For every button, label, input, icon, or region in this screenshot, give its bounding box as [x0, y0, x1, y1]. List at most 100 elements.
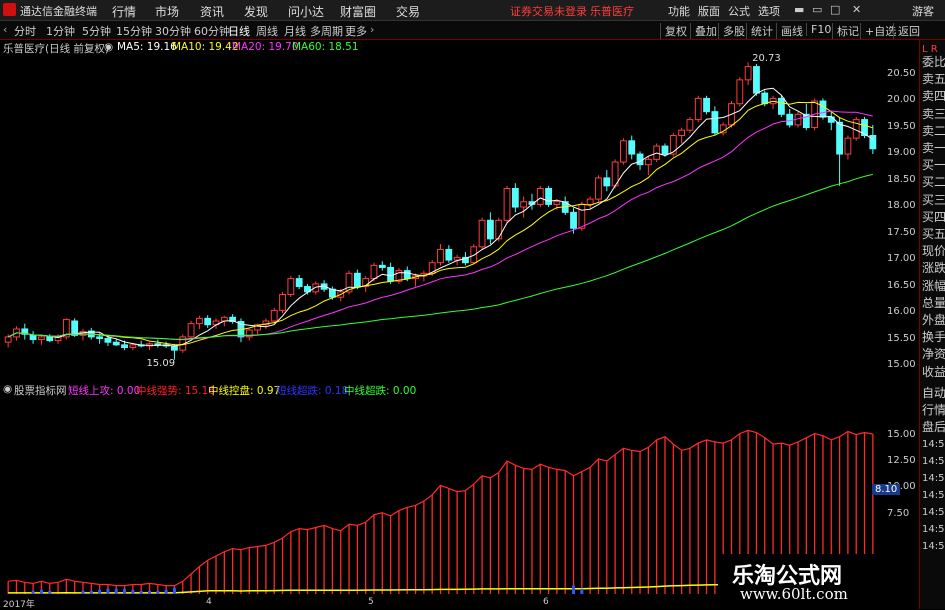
tool-diejia[interactable]: 叠加 [690, 23, 717, 39]
menu-hangqing[interactable]: 行情 [112, 3, 136, 20]
price-tick: 17.00 [887, 253, 916, 265]
period-monthly[interactable]: 月线 [284, 23, 306, 39]
sidebar-item: 卖三 [922, 106, 945, 121]
period-fenshi[interactable]: 分时 [14, 23, 36, 39]
tool-huaxian[interactable]: 画线 [776, 23, 803, 39]
ma10-line [7, 100, 873, 346]
candle-body [603, 177, 611, 187]
candle-body [553, 201, 561, 205]
candle-body [270, 309, 278, 322]
tool-fuquan[interactable]: 复权 [660, 23, 687, 39]
menu-faxian[interactable]: 发现 [244, 3, 268, 20]
candle-body [661, 145, 669, 155]
sidebar-item: 买三 [922, 192, 945, 207]
tool-biaoji[interactable]: 标记 [832, 23, 859, 39]
candle-body [96, 336, 104, 339]
menu-gongshi[interactable]: 公式 [728, 3, 750, 19]
tool-f10[interactable]: F10 [806, 23, 831, 36]
price-tick: 19.00 [887, 147, 916, 159]
sidebar-item: 委比 [922, 55, 945, 69]
menu-zixun[interactable]: 资讯 [200, 3, 224, 20]
maximize-icon[interactable]: □ [830, 3, 840, 16]
candle-body [46, 335, 54, 342]
sidebar-item: 买二 [922, 175, 945, 190]
candle-body [545, 188, 552, 205]
period-multi[interactable]: 多周期 [310, 23, 343, 39]
menu-wenxiaoda[interactable]: 问小达 [288, 3, 324, 20]
period-1min[interactable]: 1分钟 [46, 23, 75, 39]
sidebar-item: 卖一 [922, 141, 945, 155]
price-tick: 18.50 [887, 173, 916, 185]
sidebar-item: 换手 [922, 330, 945, 345]
period-weekly[interactable]: 周线 [256, 23, 278, 39]
candle-body [486, 219, 494, 240]
guest-label[interactable]: 游客 [912, 3, 934, 19]
oversold-bar [172, 587, 176, 594]
oversold-bar [131, 589, 135, 594]
oversold-bar [139, 590, 143, 594]
candle-body [204, 317, 212, 326]
candle-body [628, 140, 636, 155]
period-15min[interactable]: 15分钟 [116, 23, 152, 39]
candle-body [279, 294, 286, 311]
candle-body [478, 219, 486, 248]
sidebar-item: 涨幅 [922, 278, 945, 293]
menu-gongneng[interactable]: 功能 [668, 3, 690, 19]
candle-body [38, 336, 45, 341]
candle-body [4, 336, 12, 343]
menu-caifuquan[interactable]: 财富圈 [340, 3, 376, 20]
title-bar: 通达信金融终端 行情 市场 资讯 发现 问小达 财富圈 交易 证券交易未登录 乐… [0, 0, 945, 21]
ma5-line [7, 87, 874, 347]
app-logo-icon [3, 3, 16, 16]
date-label-year: 2017年 [3, 600, 35, 610]
tool-add-watchlist[interactable]: +自选 [860, 23, 896, 39]
chevron-right-icon[interactable]: › [370, 23, 374, 36]
sidebar-item: 涨跌 [922, 261, 945, 276]
sidebar-item: 净资 [922, 347, 945, 362]
period-30min[interactable]: 30分钟 [155, 23, 191, 39]
menu-jiaoyi[interactable]: 交易 [396, 3, 420, 20]
candlestick-chart[interactable]: 乐普医疗(日线 前复权) ◉ MA5: 19.16 MA10: 19.42 MA… [0, 40, 885, 382]
period-60min[interactable]: 60分钟 [194, 23, 230, 39]
tool-tongji[interactable]: 统计 [746, 23, 773, 39]
axis-marker: 8.10 [872, 484, 901, 495]
oversold-bar [156, 590, 160, 594]
trade-login-warning[interactable]: 证券交易未登录 [510, 3, 587, 19]
candle-body [437, 248, 444, 264]
candle-body [777, 97, 785, 115]
sidebar-tick-item: 盘后 [922, 420, 945, 434]
candle-body [836, 121, 843, 155]
oversold-bar [580, 588, 584, 594]
period-daily[interactable]: 日线 [228, 23, 250, 39]
oversold-bar [572, 585, 576, 594]
menu-xuanxiang[interactable]: 选项 [758, 3, 780, 19]
oversold-bar [114, 588, 118, 594]
close-icon[interactable]: ✕ [852, 3, 861, 16]
candle-body [403, 270, 411, 280]
candle-body [678, 129, 686, 136]
candle-body [536, 188, 544, 205]
period-5min[interactable]: 5分钟 [82, 23, 111, 39]
candle-body [353, 272, 361, 288]
price-tick: 16.50 [887, 279, 916, 291]
period-toolbar: ‹ 分时 1分钟 5分钟 15分钟 30分钟 60分钟 日线 周线 月线 多周期… [0, 21, 945, 40]
period-more[interactable]: 更多 [345, 23, 367, 39]
tool-back[interactable]: 返回 [893, 23, 920, 39]
minimize-icon[interactable]: ▬ [794, 3, 804, 16]
sidebar-tick-item: 14:50 [922, 541, 945, 552]
menu-shichang[interactable]: 市场 [155, 3, 179, 20]
candle-body [694, 97, 702, 121]
indicator-settings-icon[interactable]: ◉ [3, 383, 12, 395]
candle-body [644, 158, 652, 166]
oversold-bar [148, 590, 151, 594]
oversold-bar [39, 589, 43, 594]
chevron-left-icon[interactable]: ‹ [3, 23, 7, 36]
candle-body [736, 79, 744, 105]
sidebar-item: 外盘 [922, 313, 945, 327]
tool-duogu[interactable]: 多股 [718, 23, 745, 39]
menu-banmian[interactable]: 版面 [698, 3, 720, 19]
restore-icon[interactable]: ▭ [812, 3, 822, 16]
candle-body [112, 341, 120, 346]
sidebar-tick-item: 14:50 [922, 490, 945, 501]
oversold-bar [89, 590, 93, 594]
